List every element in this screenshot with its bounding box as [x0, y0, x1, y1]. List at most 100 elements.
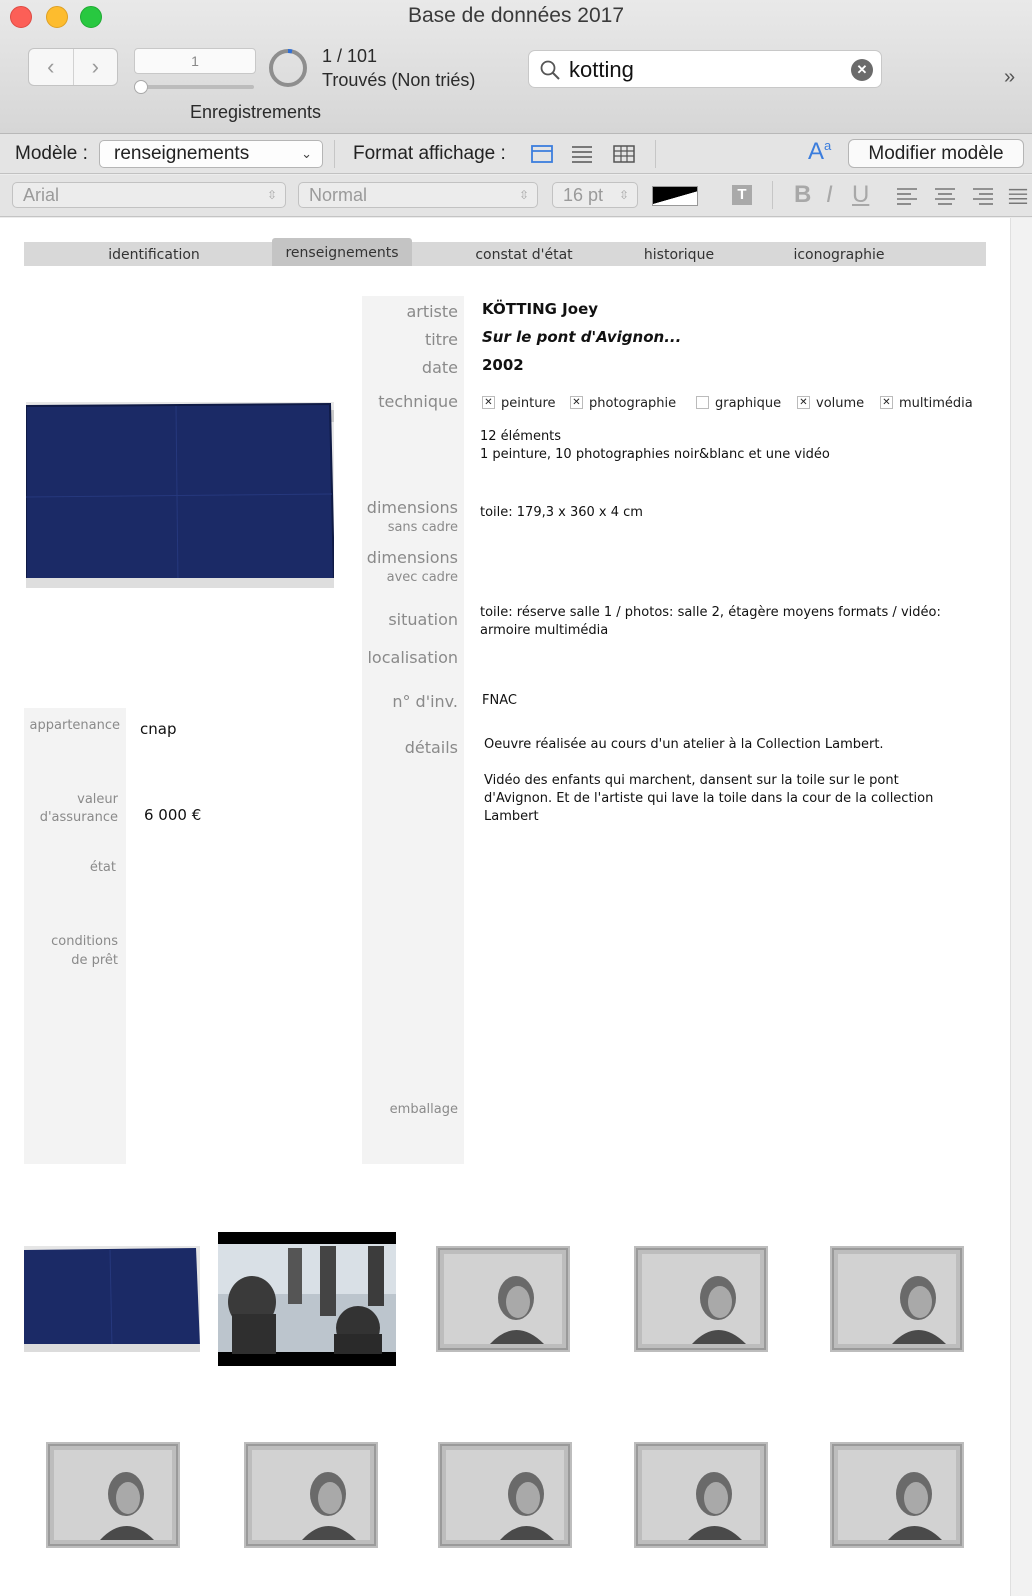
appartenance-label: appartenance	[29, 718, 120, 733]
font-select-value: Arial	[23, 185, 60, 205]
divider	[655, 140, 656, 168]
updown-icon: ⇳	[266, 188, 277, 202]
divider	[772, 181, 773, 209]
thumbnail-canvas[interactable]	[24, 1246, 200, 1352]
avec-cadre-label: avec cadre	[386, 570, 458, 585]
thumbnail-video[interactable]	[218, 1232, 396, 1366]
thumbnail-photo[interactable]	[830, 1246, 964, 1352]
localisation-label: localisation	[367, 648, 458, 667]
form-view-icon[interactable]	[530, 143, 554, 165]
graphique-label: graphique	[715, 396, 782, 411]
artiste-value[interactable]: KÖTTING Joey	[482, 300, 598, 318]
artwork-main-image[interactable]	[26, 402, 334, 588]
details-line3[interactable]: d'Avignon. Et de l'artiste qui lave la t…	[484, 790, 933, 808]
technique-label: technique	[378, 392, 458, 411]
records-label: Enregistrements	[190, 102, 322, 122]
next-record-button[interactable]: ›	[72, 49, 118, 85]
bold-button[interactable]: B	[794, 181, 811, 209]
tab-historique[interactable]: historique	[624, 242, 734, 266]
details-line1[interactable]: Oeuvre réalisée au cours d'un atelier à …	[484, 736, 884, 754]
situation-value-line1[interactable]: toile: réserve salle 1 / photos: salle 2…	[480, 604, 941, 622]
modify-layout-button[interactable]: Modifier modèle	[848, 139, 1024, 168]
thumbnail-photo[interactable]	[438, 1442, 572, 1548]
valeur-value[interactable]: 6 000 €	[144, 806, 201, 824]
appartenance-value[interactable]: cnap	[140, 720, 176, 738]
photographie-label: photographie	[589, 396, 677, 411]
layout-bar: Modèle : renseignements ⌄ Format afficha…	[0, 134, 1032, 174]
peinture-label: peinture	[501, 396, 556, 411]
underline-button[interactable]: U	[852, 181, 869, 209]
text-box-icon[interactable]: T	[732, 185, 752, 205]
situation-value-line2[interactable]: armoire multimédia	[480, 622, 608, 640]
artiste-label: artiste	[406, 302, 458, 321]
thumbnail-photo[interactable]	[634, 1246, 768, 1352]
record-slider-handle[interactable]	[134, 80, 148, 94]
model-select-value: renseignements	[114, 143, 250, 164]
multimedia-label: multimédia	[899, 396, 973, 411]
tab-iconographie[interactable]: iconographie	[774, 242, 904, 266]
toolbar-overflow-button[interactable]: »	[1004, 66, 1015, 89]
found-count: 1 / 101	[322, 46, 378, 66]
details-line2[interactable]: Vidéo des enfants qui marchent, dansent …	[484, 772, 899, 790]
model-select[interactable]: renseignements ⌄	[99, 140, 323, 168]
thumbnail-photo[interactable]	[634, 1442, 768, 1548]
tab-constat-etat[interactable]: constat d'état	[454, 242, 594, 266]
inv-value[interactable]: FNAC	[482, 692, 517, 710]
search-input[interactable]	[569, 56, 839, 84]
found-state: Trouvés (Non triés)	[322, 70, 476, 90]
align-justify-icon[interactable]	[1008, 187, 1028, 205]
tab-identification[interactable]: identification	[94, 242, 214, 266]
photographie-checkbox[interactable]: ✕	[570, 396, 583, 409]
date-value[interactable]: 2002	[482, 356, 524, 374]
align-left-icon[interactable]	[896, 187, 918, 205]
details-line4[interactable]: Lambert	[484, 808, 539, 826]
date-label: date	[421, 358, 458, 377]
chevron-down-icon: ⌄	[301, 146, 312, 161]
model-label: Modèle :	[15, 143, 88, 164]
list-view-icon[interactable]	[570, 143, 594, 165]
multimedia-checkbox[interactable]: ✕	[880, 396, 893, 409]
thumbnail-photo[interactable]	[46, 1442, 180, 1548]
record-number-field[interactable]: 1	[134, 48, 256, 74]
dimensions-sans-cadre-value[interactable]: toile: 179,3 x 360 x 4 cm	[480, 504, 643, 522]
size-select[interactable]: 16 pt ⇳	[552, 182, 638, 208]
table-view-icon[interactable]	[612, 143, 636, 165]
record-slider-track[interactable]	[136, 85, 254, 89]
details-label: détails	[404, 738, 458, 757]
labels-column	[362, 296, 464, 1164]
pret-label: de prêt	[71, 953, 118, 968]
record-form: identification renseignements constat d'…	[0, 218, 1010, 1596]
updown-icon: ⇳	[618, 188, 629, 202]
volume-checkbox[interactable]: ✕	[797, 396, 810, 409]
align-center-icon[interactable]	[934, 187, 956, 205]
clear-search-icon[interactable]: ✕	[851, 59, 873, 81]
chevron-right-icon: ›	[91, 54, 99, 79]
situation-label: situation	[388, 610, 458, 629]
emballage-label: emballage	[389, 1102, 458, 1117]
titre-label: titre	[424, 330, 458, 349]
titre-value[interactable]: Sur le pont d'Avignon...	[482, 328, 681, 346]
technique-detail[interactable]: 1 peinture, 10 photographies noir&blanc …	[480, 446, 830, 464]
previous-record-button[interactable]: ‹	[29, 49, 73, 85]
graphique-checkbox[interactable]	[696, 396, 709, 409]
found-set-ring-icon	[269, 49, 307, 87]
search-box: ✕	[528, 50, 882, 88]
vertical-scrollbar[interactable]	[1010, 218, 1032, 1596]
technique-count[interactable]: 12 éléments	[480, 428, 561, 446]
format-bar: Arial ⇳ Normal ⇳ 16 pt ⇳ T B I U	[0, 175, 1032, 217]
thumbnail-photo[interactable]	[830, 1442, 964, 1548]
peinture-checkbox[interactable]: ✕	[482, 396, 495, 409]
text-format-icon[interactable]: Aa	[808, 138, 831, 166]
tab-renseignements[interactable]: renseignements	[272, 238, 412, 266]
thumbnail-photo[interactable]	[244, 1442, 378, 1548]
align-right-icon[interactable]	[972, 187, 994, 205]
conditions-label: conditions	[51, 934, 118, 949]
updown-icon: ⇳	[518, 188, 529, 202]
style-select[interactable]: Normal ⇳	[298, 182, 538, 208]
italic-button[interactable]: I	[826, 181, 833, 209]
font-select[interactable]: Arial ⇳	[12, 182, 286, 208]
tab-strip: identification renseignements constat d'…	[24, 238, 986, 266]
thumbnail-photo[interactable]	[436, 1246, 570, 1352]
valeur-label: valeur	[77, 792, 118, 807]
text-color-swatch[interactable]	[652, 186, 698, 206]
